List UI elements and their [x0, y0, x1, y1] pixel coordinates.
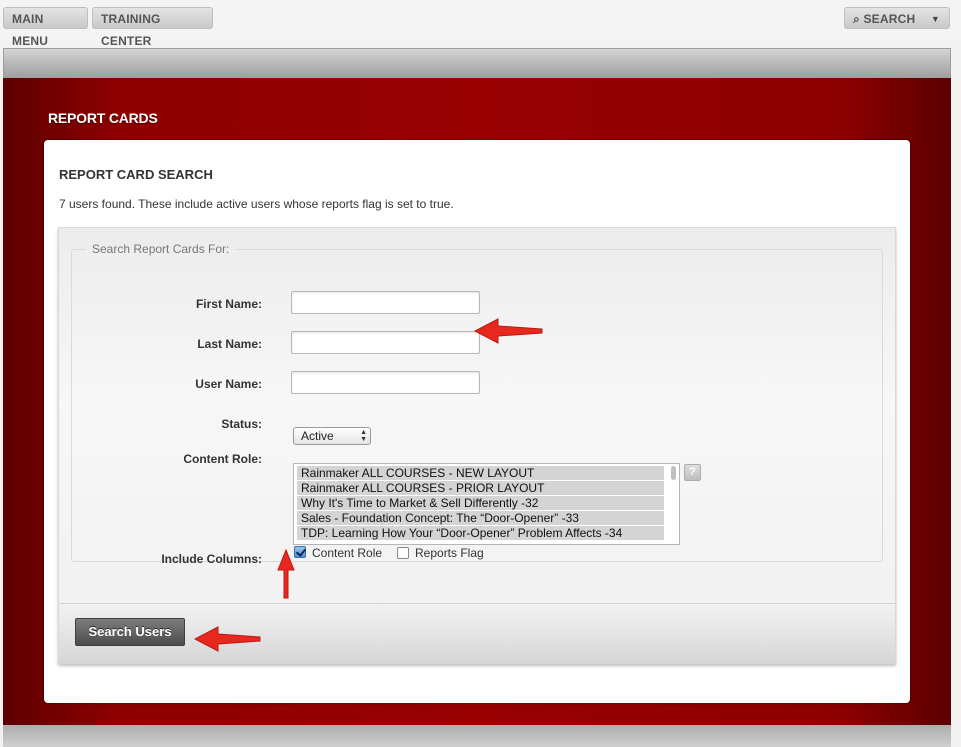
list-item[interactable]: Rainmaker ALL COURSES - NEW LAYOUT	[297, 466, 664, 480]
search-icon: ⌕	[853, 12, 860, 26]
list-item[interactable]: Sales - Foundation Concept: The “Door-Op…	[297, 511, 664, 525]
search-button-label: SEARCH	[863, 12, 916, 26]
card-title: REPORT CARD SEARCH	[59, 167, 213, 182]
listbox-scrollbar[interactable]	[671, 466, 676, 480]
status-select[interactable]: Active ▲ ▼	[293, 427, 371, 445]
reports-flag-checkbox[interactable]	[397, 547, 409, 559]
training-center-button[interactable]: TRAINING CENTER	[92, 7, 213, 48]
header-band	[3, 48, 951, 78]
search-form: Search Report Cards For: First Name: Las…	[58, 227, 896, 664]
content-role-checkbox-label[interactable]: Content Role	[312, 546, 382, 560]
last-name-label: Last Name:	[197, 337, 262, 351]
user-name-input[interactable]	[291, 371, 480, 394]
search-fieldset: Search Report Cards For: First Name: Las…	[71, 242, 883, 566]
include-columns-label: Include Columns:	[161, 552, 262, 566]
content-role-label: Content Role:	[183, 452, 262, 466]
arrow-left-icon	[473, 318, 543, 344]
main-menu-button[interactable]: MAIN MENU	[3, 7, 88, 48]
chevron-down-icon[interactable]: ▼	[931, 8, 940, 30]
status-label: Status:	[221, 417, 262, 431]
first-name-label: First Name:	[195, 297, 262, 311]
help-button[interactable]: ?	[684, 464, 701, 481]
report-card-search-card: REPORT CARD SEARCH 7 users found. These …	[44, 140, 910, 703]
page-title: REPORT CARDS	[48, 110, 158, 126]
footer-band	[3, 725, 951, 747]
main-panel: REPORT CARDS REPORT CARD SEARCH 7 users …	[3, 78, 951, 725]
content-role-listbox[interactable]: Rainmaker ALL COURSES - NEW LAYOUT Rainm…	[293, 463, 680, 545]
list-item[interactable]: Rainmaker ALL COURSES - PRIOR LAYOUT	[297, 481, 664, 495]
top-navigation: MAIN MENU TRAINING CENTER ⌕ SEARCH ▼	[0, 0, 961, 48]
reports-flag-checkbox-label[interactable]: Reports Flag	[415, 546, 484, 560]
first-name-input[interactable]	[291, 291, 480, 314]
list-item[interactable]: TDP: Learning How Your “Door-Opener” Pro…	[297, 526, 664, 540]
results-info: 7 users found. These include active user…	[59, 197, 454, 211]
search-users-button[interactable]: Search Users	[75, 618, 185, 646]
arrow-up-icon	[277, 548, 295, 599]
list-item[interactable]: Why It's Time to Market & Sell Different…	[297, 496, 664, 510]
arrow-left-icon	[193, 626, 261, 652]
status-selected-value: Active	[301, 429, 334, 443]
form-actions: Search Users	[59, 603, 895, 664]
updown-arrows-icon: ▲ ▼	[360, 429, 367, 443]
user-name-label: User Name:	[195, 377, 262, 391]
fieldset-legend: Search Report Cards For:	[92, 242, 230, 256]
search-button[interactable]: ⌕ SEARCH ▼	[844, 7, 950, 29]
last-name-input[interactable]	[291, 331, 480, 354]
